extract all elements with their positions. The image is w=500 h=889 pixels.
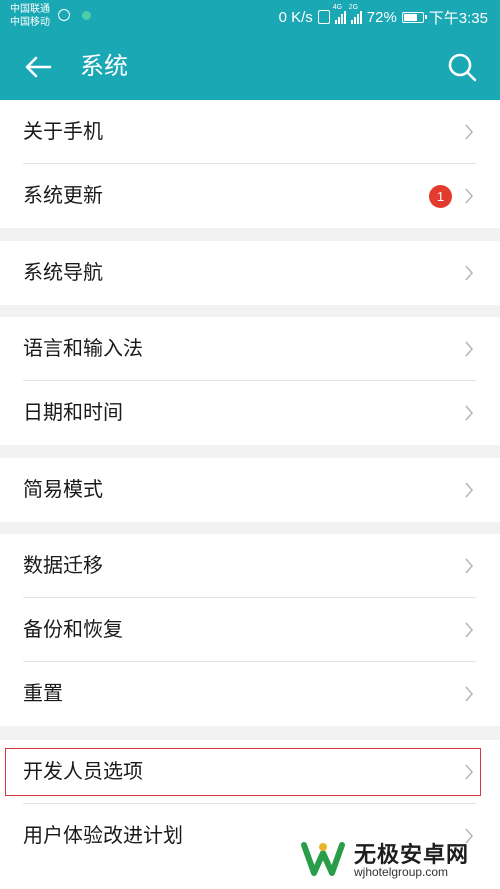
carrier-2: 中国移动 <box>10 17 50 28</box>
settings-item-backup-restore[interactable]: 备份和恢复 <box>0 598 500 662</box>
battery-icon <box>401 11 427 23</box>
settings-item-label: 用户体验改进计划 <box>23 825 183 847</box>
settings-item-language-input[interactable]: 语言和输入法 <box>0 317 500 381</box>
chevron-right-icon <box>465 482 474 498</box>
settings-group: 简易模式 <box>0 458 500 522</box>
settings-item-system-navigation[interactable]: 系统导航 <box>0 241 500 305</box>
settings-item-label: 日期和时间 <box>23 402 123 424</box>
net-4g-label: 4G <box>332 4 343 11</box>
carrier-info: 中国联通 中国移动 <box>10 3 50 29</box>
chevron-right-icon <box>465 188 474 204</box>
settings-item-simple-mode[interactable]: 简易模式 <box>0 458 500 522</box>
watermark-url: wjhotelgroup.com <box>354 865 449 879</box>
settings-item-date-time[interactable]: 日期和时间 <box>0 381 500 445</box>
settings-item-label: 重置 <box>23 683 63 705</box>
status-bar: 中国联通 中国移动 0 K/s 4G 2G 72% 下午3:35 <box>0 0 500 34</box>
net-2g-label: 2G <box>348 4 359 11</box>
chevron-right-icon <box>465 405 474 421</box>
settings-item-label: 语言和输入法 <box>23 338 143 360</box>
watermark: 无极安卓网 wjhotelgroup.com <box>300 835 490 885</box>
settings-item-label: 备份和恢复 <box>23 619 123 641</box>
settings-item-label: 数据迁移 <box>23 555 103 577</box>
signal-2g-icon: 2G <box>349 4 362 24</box>
status-indicators: 0 K/s 4G 2G 72% 下午3:35 <box>279 0 488 34</box>
settings-item-system-update[interactable]: 系统更新 1 <box>0 164 500 228</box>
app-bar: 系统 <box>0 34 500 100</box>
chevron-right-icon <box>465 265 474 281</box>
settings-item-reset[interactable]: 重置 <box>0 662 500 726</box>
carrier-1: 中国联通 <box>10 4 50 15</box>
chevron-right-icon <box>465 622 474 638</box>
search-icon[interactable] <box>446 51 478 83</box>
chevron-right-icon <box>465 124 474 140</box>
chevron-right-icon <box>465 558 474 574</box>
page-title: 系统 <box>80 53 128 80</box>
network-speed: 0 K/s <box>278 8 313 26</box>
notification-dot-icon <box>82 11 91 20</box>
settings-item-data-migration[interactable]: 数据迁移 <box>0 534 500 598</box>
update-count-badge: 1 <box>429 185 452 208</box>
hd-icon <box>58 9 70 21</box>
settings-group: 系统导航 <box>0 241 500 305</box>
highlight-box <box>5 748 481 796</box>
settings-item-label: 关于手机 <box>23 121 103 143</box>
settings-item-label: 简易模式 <box>23 479 103 501</box>
settings-item-label: 系统导航 <box>23 262 103 284</box>
vibrate-icon <box>317 10 330 24</box>
settings-item-about-phone[interactable]: 关于手机 <box>0 100 500 164</box>
clock: 下午3:35 <box>428 9 488 27</box>
settings-group: 关于手机 系统更新 1 <box>0 100 500 228</box>
chevron-right-icon <box>465 686 474 702</box>
arrow-left-icon[interactable] <box>22 51 54 83</box>
battery-percent: 72% <box>366 8 397 26</box>
chevron-right-icon <box>465 341 474 357</box>
settings-item-label: 系统更新 <box>23 185 103 207</box>
settings-group: 语言和输入法 日期和时间 <box>0 317 500 445</box>
settings-group: 数据迁移 备份和恢复 重置 <box>0 534 500 726</box>
signal-4g-icon: 4G <box>333 4 346 24</box>
watermark-logo-icon <box>301 842 345 876</box>
